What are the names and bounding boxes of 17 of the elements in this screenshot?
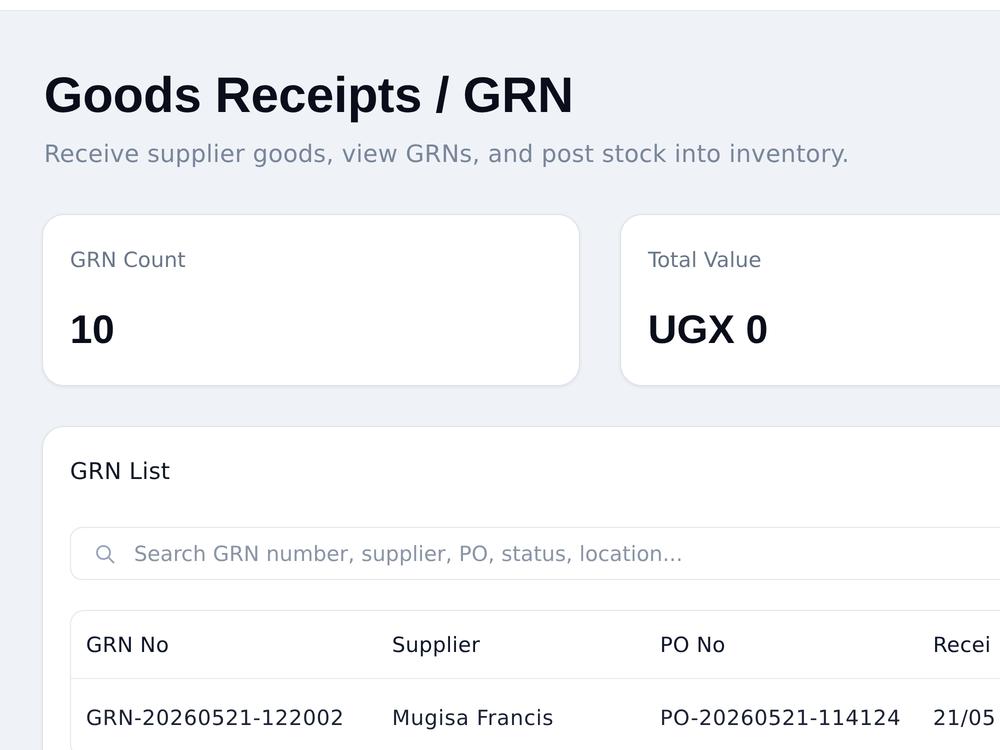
stat-value: 10 (70, 307, 114, 353)
search-icon (95, 544, 115, 564)
table-cell: GRN-20260521-122002 (86, 705, 344, 731)
section-title: GRN List (70, 458, 170, 487)
stat-value: UGX 0 (648, 307, 768, 353)
search-field[interactable]: Search GRN number, supplier, PO, status, location... (70, 527, 1000, 580)
page-title: Goods Receipts / GRN (44, 66, 574, 125)
stat-label: GRN Count (70, 247, 186, 273)
column-header: Recei (933, 632, 991, 658)
page-subtitle: Receive supplier goods, view GRNs, and post stock into inventory. (44, 139, 850, 169)
column-header: GRN No (86, 632, 170, 658)
column-header: Supplier (392, 632, 480, 658)
table-cell: PO-20260521-114124 (660, 705, 901, 731)
table-cell: 21/05 (933, 705, 996, 731)
stat-label: Total Value (648, 247, 762, 273)
table-cell: Mugisa Francis (392, 705, 554, 731)
column-header: PO No (660, 632, 726, 658)
